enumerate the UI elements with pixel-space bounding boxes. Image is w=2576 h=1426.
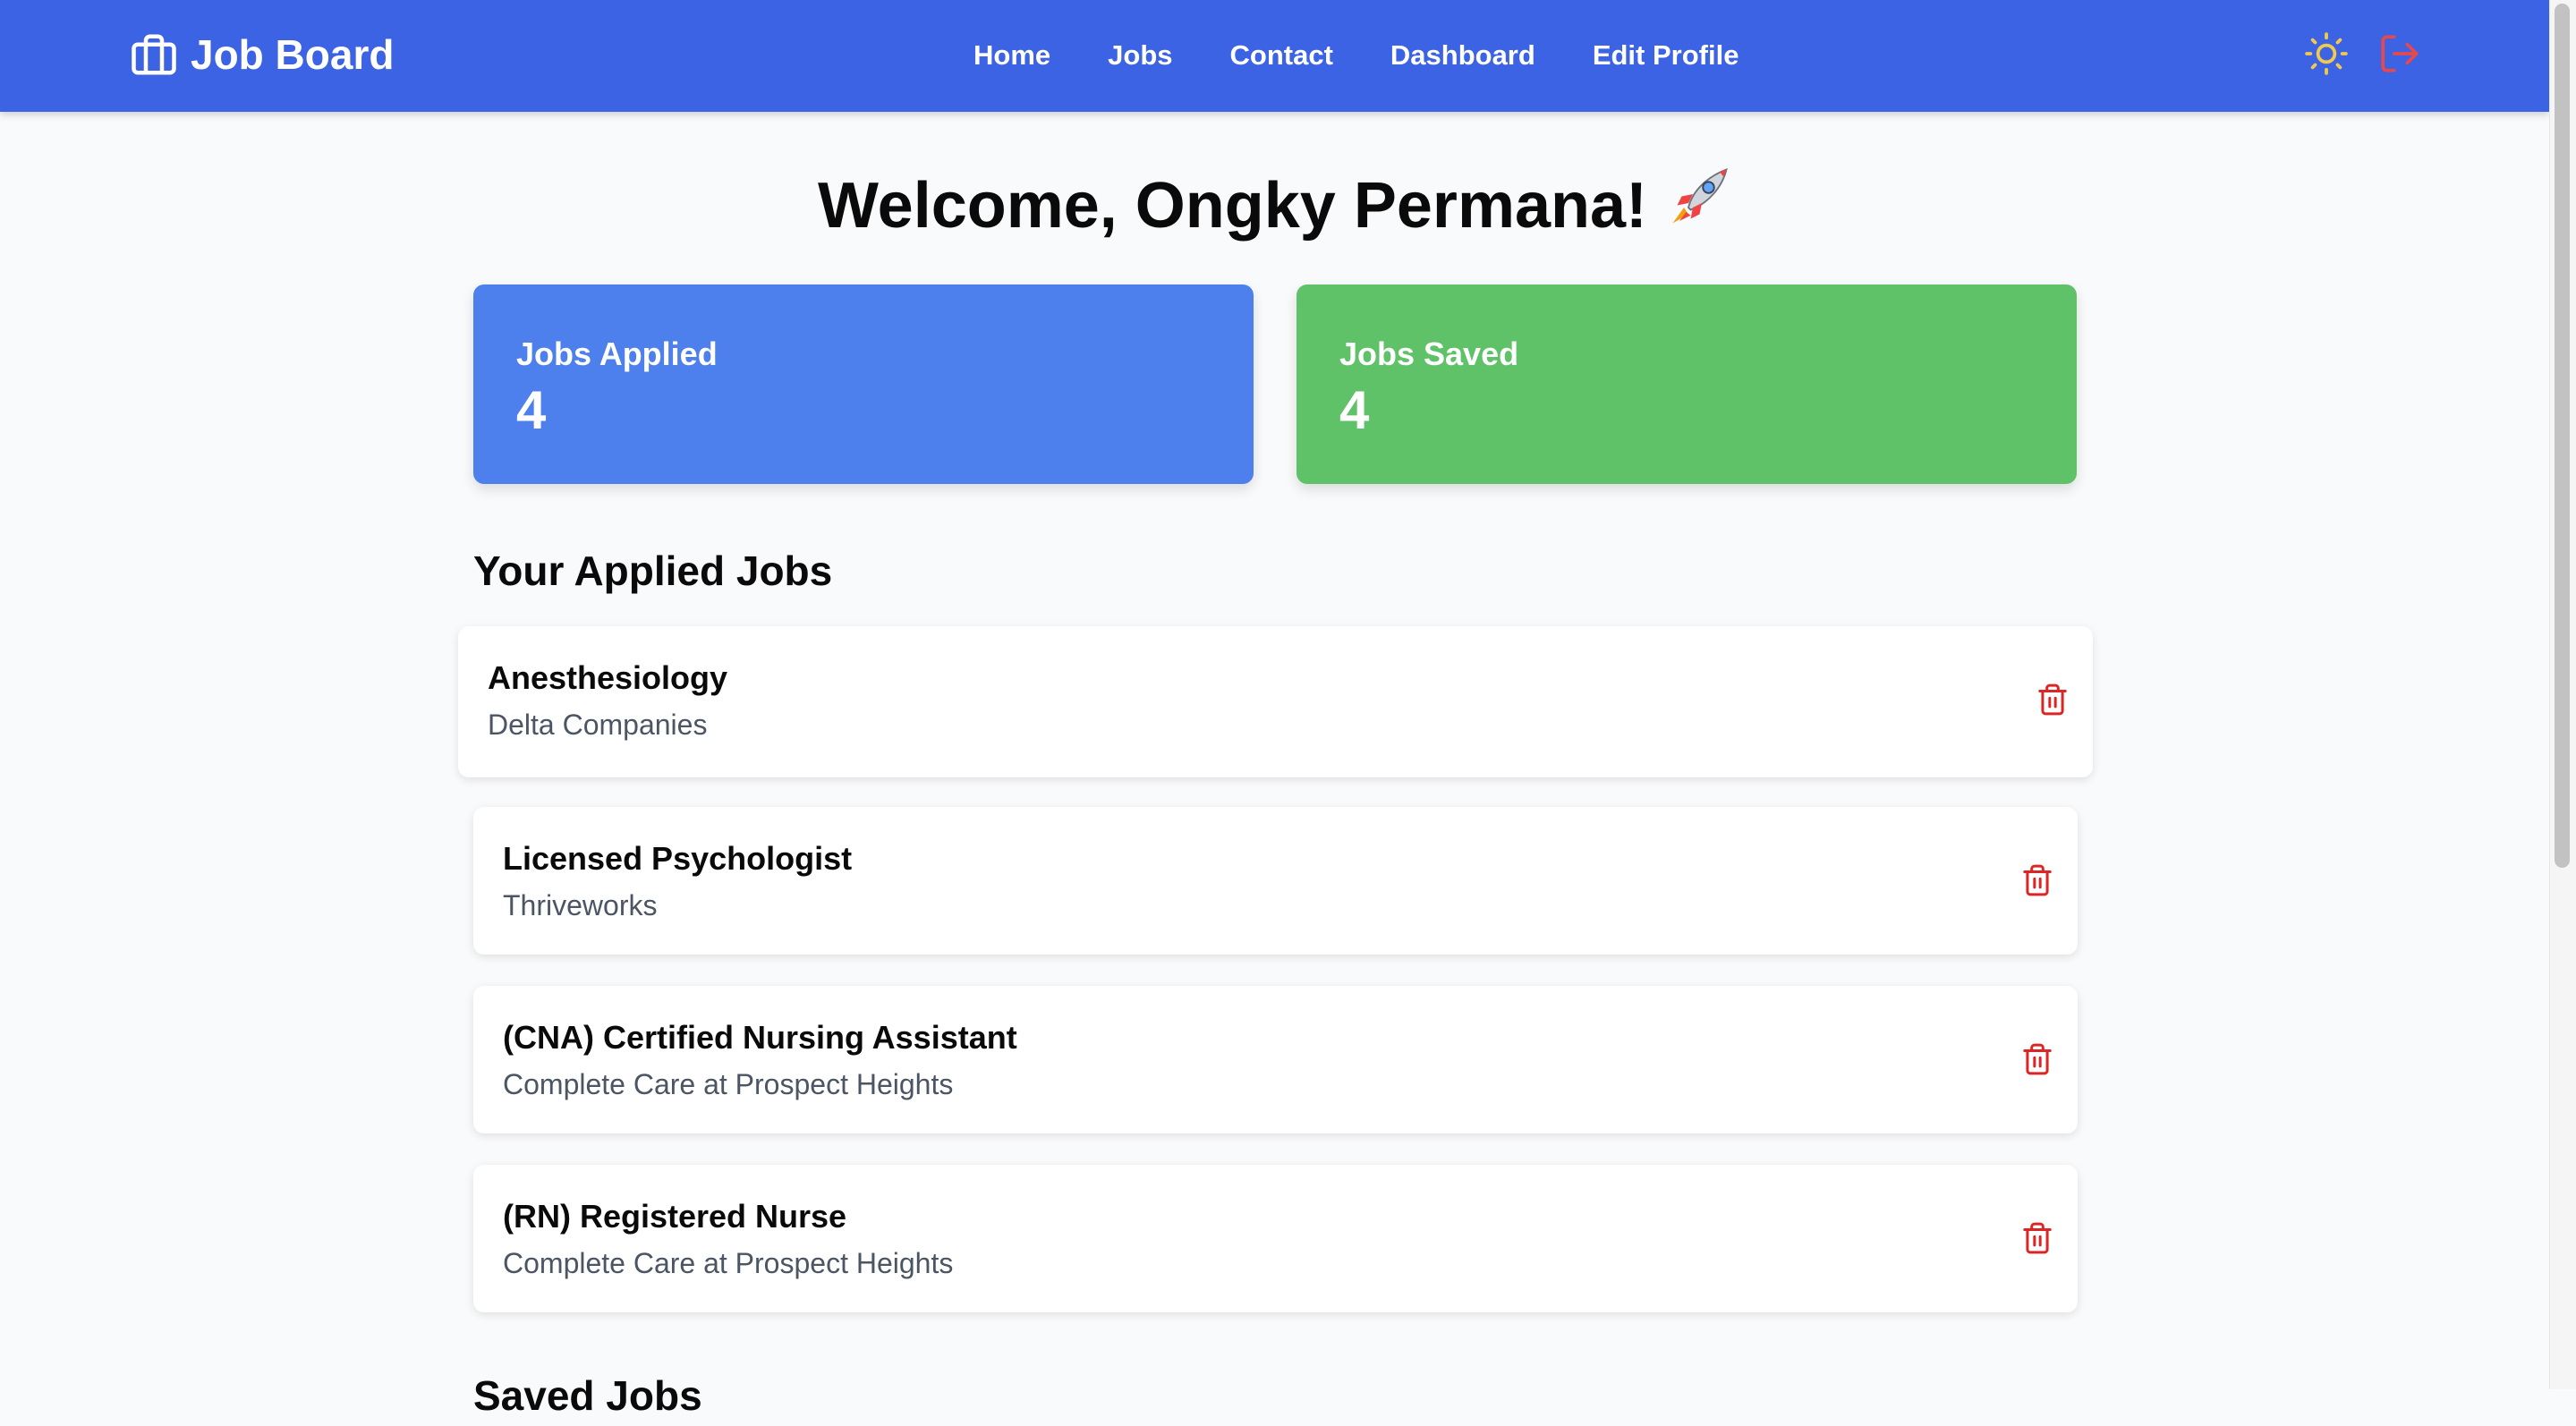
welcome-heading: Welcome, Ongky Permana! bbox=[473, 161, 2078, 250]
theme-toggle-button[interactable] bbox=[2301, 30, 2351, 80]
saved-jobs-title: Saved Jobs bbox=[473, 1372, 702, 1419]
delete-button[interactable] bbox=[2015, 1038, 2060, 1082]
brand-title: Job Board bbox=[191, 31, 395, 78]
job-title: (CNA) Certified Nursing Assistant bbox=[503, 1019, 1017, 1056]
nav-link-dashboard[interactable]: Dashboard bbox=[1390, 39, 1535, 72]
stat-value: 4 bbox=[1339, 380, 1370, 440]
applied-job-card[interactable]: (RN) Registered Nurse Complete Care at P… bbox=[473, 1165, 2078, 1312]
job-company: Complete Care at Prospect Heights bbox=[503, 1247, 954, 1279]
delete-button[interactable] bbox=[2030, 678, 2075, 723]
jobs-saved-card: Jobs Saved 4 bbox=[1297, 284, 2077, 484]
nav-actions bbox=[2301, 30, 2425, 80]
rocket-icon bbox=[1662, 163, 1733, 234]
applied-job-card[interactable]: Licensed Psychologist Thriveworks bbox=[473, 807, 2078, 955]
jobs-applied-card: Jobs Applied 4 bbox=[473, 284, 1254, 484]
trash-icon bbox=[2036, 681, 2070, 721]
job-company: Complete Care at Prospect Heights bbox=[503, 1068, 954, 1100]
delete-button[interactable] bbox=[2015, 859, 2060, 904]
job-title: Licensed Psychologist bbox=[503, 840, 853, 877]
job-title: (RN) Registered Nurse bbox=[503, 1198, 847, 1235]
job-company: Delta Companies bbox=[488, 709, 708, 741]
nav-links: Home Jobs Contact Dashboard Edit Profile bbox=[973, 33, 1739, 78]
welcome-text: Welcome, Ongky Permana! bbox=[818, 170, 1647, 242]
top-navbar: Job Board Home Jobs Contact Dashboard Ed… bbox=[0, 0, 2549, 112]
trash-icon bbox=[2020, 1040, 2054, 1081]
stat-value: 4 bbox=[516, 380, 547, 440]
briefcase-icon bbox=[130, 30, 178, 79]
nav-link-home[interactable]: Home bbox=[973, 39, 1050, 72]
scrollbar-thumb[interactable] bbox=[2555, 4, 2570, 868]
applied-job-card[interactable]: (CNA) Certified Nursing Assistant Comple… bbox=[473, 986, 2078, 1133]
logout-button[interactable] bbox=[2375, 30, 2425, 80]
applied-job-card[interactable]: Anesthesiology Delta Companies bbox=[458, 626, 2093, 777]
sun-icon bbox=[2304, 31, 2349, 79]
nav-link-edit-profile[interactable]: Edit Profile bbox=[1593, 39, 1739, 72]
brand-link[interactable]: Job Board bbox=[130, 30, 394, 80]
job-title: Anesthesiology bbox=[488, 659, 728, 696]
trash-icon bbox=[2020, 862, 2054, 902]
delete-button[interactable] bbox=[2015, 1217, 2060, 1261]
logout-icon bbox=[2377, 31, 2422, 79]
trash-icon bbox=[2020, 1219, 2054, 1260]
applied-jobs-title: Your Applied Jobs bbox=[473, 547, 833, 594]
stat-label: Jobs Applied bbox=[516, 335, 718, 372]
stat-label: Jobs Saved bbox=[1339, 335, 1519, 372]
nav-link-contact[interactable]: Contact bbox=[1230, 39, 1333, 72]
nav-link-jobs[interactable]: Jobs bbox=[1108, 39, 1172, 72]
job-company: Thriveworks bbox=[503, 889, 658, 921]
